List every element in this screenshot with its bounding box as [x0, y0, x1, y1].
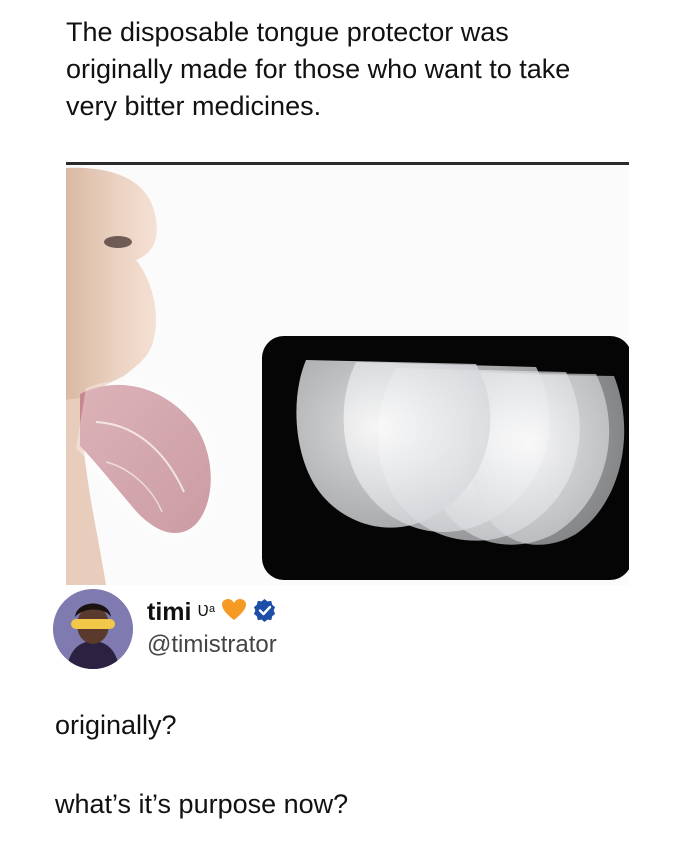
name-suffix: Ʋᵃ [197, 603, 215, 620]
author-name-row: timi Ʋᵃ [147, 597, 277, 627]
post-author[interactable]: timi Ʋᵃ @timistrator [53, 589, 653, 669]
avatar[interactable] [53, 589, 133, 669]
orange-heart-icon [221, 598, 247, 627]
display-name: timi [147, 597, 192, 626]
post-text-line-2: what’s it’s purpose now? [55, 789, 349, 819]
post-text-line-1: originally? [55, 710, 177, 740]
tongue-protector-illustration [66, 167, 629, 585]
caption-line-1: The disposable tongue protector was [66, 17, 509, 47]
caption-line-3: very bitter medicines. [66, 91, 322, 121]
post-image[interactable] [66, 162, 629, 585]
verified-badge-icon [253, 598, 277, 627]
post-caption: The disposable tongue protector was orig… [66, 14, 666, 125]
caption-line-2: originally made for those who want to ta… [66, 54, 571, 84]
author-handle[interactable]: @timistrator [147, 631, 277, 659]
